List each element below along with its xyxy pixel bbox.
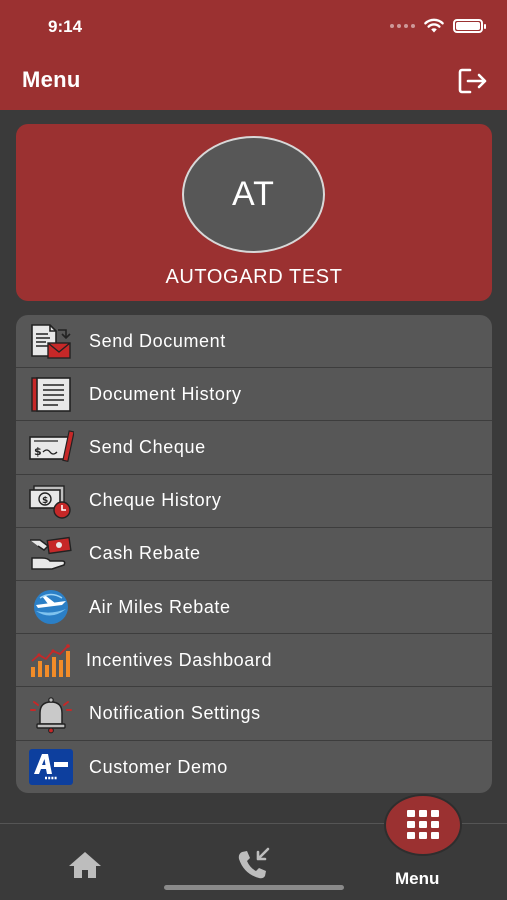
- menu-item-label: Air Miles Rebate: [89, 596, 231, 617]
- ac-demo-logo-icon: [28, 746, 74, 789]
- menu-item-cheque-history[interactable]: $ Cheque History: [16, 475, 492, 528]
- document-history-icon: [28, 373, 74, 416]
- home-icon[interactable]: [66, 848, 104, 882]
- menu-item-send-document[interactable]: Send Document: [16, 315, 492, 369]
- wifi-icon: [424, 18, 444, 33]
- menu-item-document-history[interactable]: Document History: [16, 368, 492, 422]
- send-document-icon: [28, 320, 74, 363]
- bar-chart-icon: [28, 639, 74, 682]
- menu-item-cash-rebate[interactable]: Cash Rebate: [16, 528, 492, 581]
- menu-tab-button[interactable]: [384, 794, 462, 856]
- menu-item-air-miles-rebate[interactable]: Air Miles Rebate: [16, 581, 492, 635]
- incoming-call-icon[interactable]: [234, 846, 274, 882]
- menu-item-send-cheque[interactable]: $ Send Cheque: [16, 421, 492, 475]
- menu-item-label: Cash Rebate: [89, 543, 201, 564]
- grid-icon: [407, 810, 439, 839]
- cash-rebate-icon: [28, 533, 74, 576]
- menu-item-label: Notification Settings: [89, 702, 261, 723]
- send-cheque-icon: $: [28, 426, 74, 469]
- svg-text:$: $: [42, 496, 48, 506]
- status-time: 9:14: [48, 17, 83, 36]
- tab-menu-label[interactable]: Menu: [395, 869, 439, 889]
- menu-item-label: Document History: [89, 383, 242, 404]
- menu-item-customer-demo[interactable]: Customer Demo: [16, 741, 492, 794]
- menu-item-notification-settings[interactable]: Notification Settings: [16, 687, 492, 741]
- status-icons: [390, 18, 486, 34]
- profile-card: AT AUTOGARD TEST: [16, 124, 492, 301]
- page-title: Menu: [22, 67, 81, 92]
- logout-icon[interactable]: [457, 66, 489, 96]
- battery-icon: [453, 19, 486, 33]
- profile-name: AUTOGARD TEST: [165, 266, 343, 288]
- menu-item-label: Incentives Dashboard: [86, 649, 273, 670]
- signal-icon: [390, 24, 415, 28]
- cheque-history-icon: $: [28, 480, 74, 523]
- home-indicator: [164, 885, 344, 890]
- menu-item-incentives-dashboard[interactable]: Incentives Dashboard: [16, 634, 492, 688]
- menu-item-label: Cheque History: [89, 490, 222, 511]
- app-header: 9:14 Menu: [0, 0, 507, 110]
- bell-icon: [28, 692, 74, 735]
- menu-list: Send Document Document History $ Send Ch…: [16, 315, 492, 793]
- menu-item-label: Send Cheque: [89, 436, 206, 457]
- menu-item-label: Send Document: [89, 330, 226, 351]
- menu-item-label: Customer Demo: [89, 756, 228, 777]
- avatar[interactable]: AT: [182, 136, 325, 253]
- air-miles-icon: [28, 586, 74, 629]
- svg-text:$: $: [34, 445, 42, 458]
